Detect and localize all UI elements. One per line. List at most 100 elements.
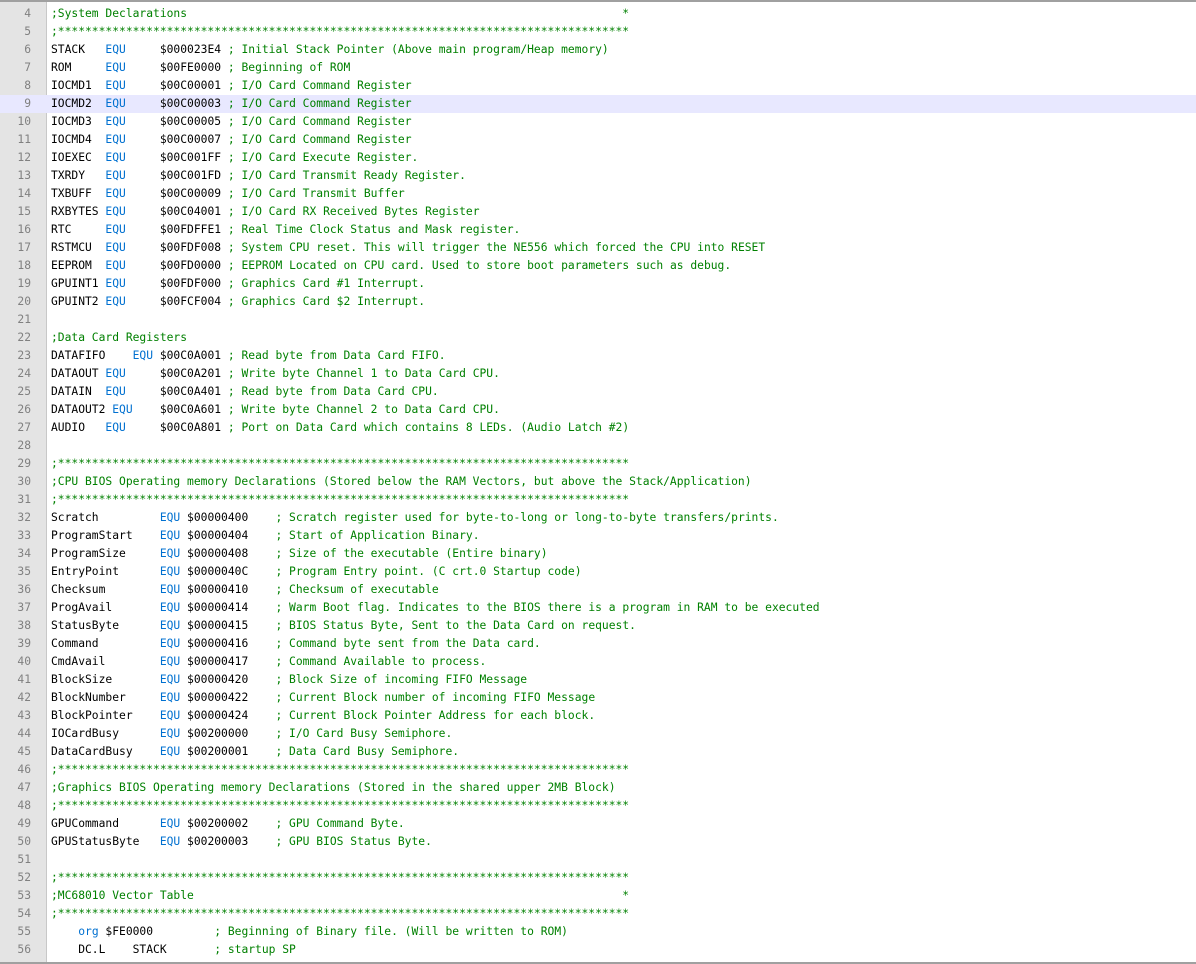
code-text[interactable]: RTC EQU $00FDFFE1 ; Real Time Clock Stat… [51,221,520,239]
code-line[interactable]: 4 ;System Declarations * [0,5,1196,23]
code-text[interactable]: GPUINT1 EQU $00FDF000 ; Graphics Card #1… [51,275,425,293]
code-line[interactable]: 37 ProgAvail EQU $00000414 ; Warm Boot fl… [0,599,1196,617]
code-line[interactable]: 32 Scratch EQU $00000400 ; Scratch regist… [0,509,1196,527]
code-text[interactable]: IOCMD3 EQU $00C00005 ; I/O Card Command … [51,113,412,131]
code-text[interactable]: TXRDY EQU $00C001FD ; I/O Card Transmit … [51,167,466,185]
code-line[interactable]: 52 ;*************************************… [0,869,1196,887]
code-line[interactable]: 14 TXBUFF EQU $00C00009 ; I/O Card Transm… [0,185,1196,203]
code-line[interactable]: 29 ;*************************************… [0,455,1196,473]
code-line[interactable]: 22 ;Data Card Registers [0,329,1196,347]
code-line[interactable]: 25 DATAIN EQU $00C0A401 ; Read byte from … [0,383,1196,401]
code-line[interactable]: 41 BlockSize EQU $00000420 ; Block Size o… [0,671,1196,689]
code-text[interactable]: ;***************************************… [51,491,629,509]
code-line[interactable]: 38 StatusByte EQU $00000415 ; BIOS Status… [0,617,1196,635]
code-line[interactable]: 43 BlockPointer EQU $00000424 ; Current B… [0,707,1196,725]
code-text[interactable]: ROM EQU $00FE0000 ; Beginning of ROM [51,59,350,77]
code-text[interactable]: EEPROM EQU $00FD0000 ; EEPROM Located on… [51,257,731,275]
code-line[interactable]: 18 EEPROM EQU $00FD0000 ; EEPROM Located … [0,257,1196,275]
code-line[interactable]: 9 IOCMD2 EQU $00C00003 ; I/O Card Command… [0,95,1196,113]
code-text[interactable]: DATAOUT EQU $00C0A201 ; Write byte Chann… [51,365,500,383]
code-line[interactable]: 24 DATAOUT EQU $00C0A201 ; Write byte Cha… [0,365,1196,383]
code-text[interactable]: ;***************************************… [51,869,629,887]
code-text[interactable]: EntryPoint EQU $0000040C ; Program Entry… [51,563,582,581]
code-text[interactable]: BlockSize EQU $00000420 ; Block Size of … [51,671,527,689]
code-line[interactable]: 34 ProgramSize EQU $00000408 ; Size of th… [0,545,1196,563]
code-text[interactable]: ;Graphics BIOS Operating memory Declarat… [51,779,616,797]
code-text[interactable]: DataCardBusy EQU $00200001 ; Data Card B… [51,743,459,761]
code-line[interactable]: 21 [0,311,1196,329]
code-text[interactable]: GPUStatusByte EQU $00200003 ; GPU BIOS S… [51,833,432,851]
code-text[interactable]: DATAOUT2 EQU $00C0A601 ; Write byte Chan… [51,401,500,419]
code-text[interactable]: Checksum EQU $00000410 ; Checksum of exe… [51,581,439,599]
code-text[interactable]: ;MC68010 Vector Table * [51,887,629,905]
code-line[interactable]: 5 ;**************************************… [0,23,1196,41]
code-text[interactable]: ;***************************************… [51,797,629,815]
code-line[interactable]: 23 DATAFIFO EQU $00C0A001 ; Read byte fro… [0,347,1196,365]
code-text[interactable]: STACK EQU $000023E4 ; Initial Stack Poin… [51,41,609,59]
code-line[interactable]: 54 ;*************************************… [0,905,1196,923]
code-text[interactable]: org $FE0000 ; Beginning of Binary file. … [51,923,568,941]
code-line[interactable]: 16 RTC EQU $00FDFFE1 ; Real Time Clock St… [0,221,1196,239]
code-text[interactable]: IOCMD2 EQU $00C00003 ; I/O Card Command … [51,95,412,113]
code-line[interactable]: 15 RXBYTES EQU $00C04001 ; I/O Card RX Re… [0,203,1196,221]
code-line[interactable]: 11 IOCMD4 EQU $00C00007 ; I/O Card Comman… [0,131,1196,149]
code-text[interactable]: DATAFIFO EQU $00C0A001 ; Read byte from … [51,347,446,365]
code-text[interactable]: IOEXEC EQU $00C001FF ; I/O Card Execute … [51,149,418,167]
code-text[interactable]: IOCMD1 EQU $00C00001 ; I/O Card Command … [51,77,412,95]
code-text[interactable]: ProgramSize EQU $00000408 ; Size of the … [51,545,548,563]
code-text[interactable]: DC.L STACK ; startup SP [51,941,296,959]
code-text[interactable]: ;CPU BIOS Operating memory Declarations … [51,473,752,491]
code-line[interactable]: 19 GPUINT1 EQU $00FDF000 ; Graphics Card … [0,275,1196,293]
code-line[interactable]: 35 EntryPoint EQU $0000040C ; Program Ent… [0,563,1196,581]
code-text[interactable]: TXBUFF EQU $00C00009 ; I/O Card Transmit… [51,185,405,203]
code-line[interactable]: 56 DC.L STACK ; startup SP [0,941,1196,959]
code-line[interactable]: 47 ;Graphics BIOS Operating memory Declar… [0,779,1196,797]
code-text[interactable]: RSTMCU EQU $00FDF008 ; System CPU reset.… [51,239,765,257]
code-line[interactable]: 42 BlockNumber EQU $00000422 ; Current Bl… [0,689,1196,707]
code-line[interactable]: 53 ;MC68010 Vector Table * [0,887,1196,905]
code-line[interactable]: 6 STACK EQU $000023E4 ; Initial Stack Poi… [0,41,1196,59]
code-line[interactable]: 48 ;*************************************… [0,797,1196,815]
code-text[interactable]: IOCMD4 EQU $00C00007 ; I/O Card Command … [51,131,412,149]
code-text[interactable]: DATAIN EQU $00C0A401 ; Read byte from Da… [51,383,439,401]
code-text[interactable]: ;***************************************… [51,905,629,923]
code-line[interactable]: 49 GPUCommand EQU $00200002 ; GPU Command… [0,815,1196,833]
code-line[interactable]: 26 DATAOUT2 EQU $00C0A601 ; Write byte Ch… [0,401,1196,419]
code-line[interactable]: 30 ;CPU BIOS Operating memory Declaration… [0,473,1196,491]
code-editor[interactable]: 4 ;System Declarations * 5 ;***************… [0,0,1196,964]
code-line[interactable]: 20 GPUINT2 EQU $00FCF004 ; Graphics Card … [0,293,1196,311]
code-line[interactable]: 28 [0,437,1196,455]
code-text[interactable]: CmdAvail EQU $00000417 ; Command Availab… [51,653,486,671]
code-text[interactable]: GPUINT2 EQU $00FCF004 ; Graphics Card $2… [51,293,425,311]
code-text[interactable]: ProgAvail EQU $00000414 ; Warm Boot flag… [51,599,820,617]
code-text[interactable]: ;Data Card Registers [51,329,187,347]
code-line[interactable]: 36 Checksum EQU $00000410 ; Checksum of e… [0,581,1196,599]
code-line[interactable]: 33 ProgramStart EQU $00000404 ; Start of … [0,527,1196,545]
code-line[interactable]: 31 ;*************************************… [0,491,1196,509]
code-text[interactable]: Command EQU $00000416 ; Command byte sen… [51,635,541,653]
code-text[interactable]: IOCardBusy EQU $00200000 ; I/O Card Busy… [51,725,452,743]
code-line[interactable]: 46 ;*************************************… [0,761,1196,779]
code-line[interactable]: 17 RSTMCU EQU $00FDF008 ; System CPU rese… [0,239,1196,257]
code-text[interactable]: AUDIO EQU $00C0A801 ; Port on Data Card … [51,419,629,437]
code-line[interactable]: 51 [0,851,1196,869]
code-text[interactable]: RXBYTES EQU $00C04001 ; I/O Card RX Rece… [51,203,480,221]
code-line[interactable]: 55 org $FE0000 ; Beginning of Binary fil… [0,923,1196,941]
code-text[interactable]: StatusByte EQU $00000415 ; BIOS Status B… [51,617,636,635]
code-text[interactable]: ;***************************************… [51,23,629,41]
code-line[interactable]: 12 IOEXEC EQU $00C001FF ; I/O Card Execut… [0,149,1196,167]
code-line[interactable]: 7 ROM EQU $00FE0000 ; Beginning of ROM [0,59,1196,77]
code-line[interactable]: 45 DataCardBusy EQU $00200001 ; Data Card… [0,743,1196,761]
code-line[interactable]: 10 IOCMD3 EQU $00C00005 ; I/O Card Comman… [0,113,1196,131]
code-text[interactable]: ProgramStart EQU $00000404 ; Start of Ap… [51,527,480,545]
code-line[interactable]: 8 IOCMD1 EQU $00C00001 ; I/O Card Command… [0,77,1196,95]
code-line[interactable]: 27 AUDIO EQU $00C0A801 ; Port on Data Car… [0,419,1196,437]
code-line[interactable]: 50 GPUStatusByte EQU $00200003 ; GPU BIOS… [0,833,1196,851]
code-line[interactable]: 39 Command EQU $00000416 ; Command byte s… [0,635,1196,653]
code-line[interactable]: 13 TXRDY EQU $00C001FD ; I/O Card Transmi… [0,167,1196,185]
code-line[interactable]: 40 CmdAvail EQU $00000417 ; Command Avail… [0,653,1196,671]
code-text[interactable]: ;***************************************… [51,761,629,779]
code-text[interactable]: ;***************************************… [51,455,629,473]
code-text[interactable]: BlockNumber EQU $00000422 ; Current Bloc… [51,689,595,707]
code-text[interactable]: ;System Declarations * [51,5,629,23]
